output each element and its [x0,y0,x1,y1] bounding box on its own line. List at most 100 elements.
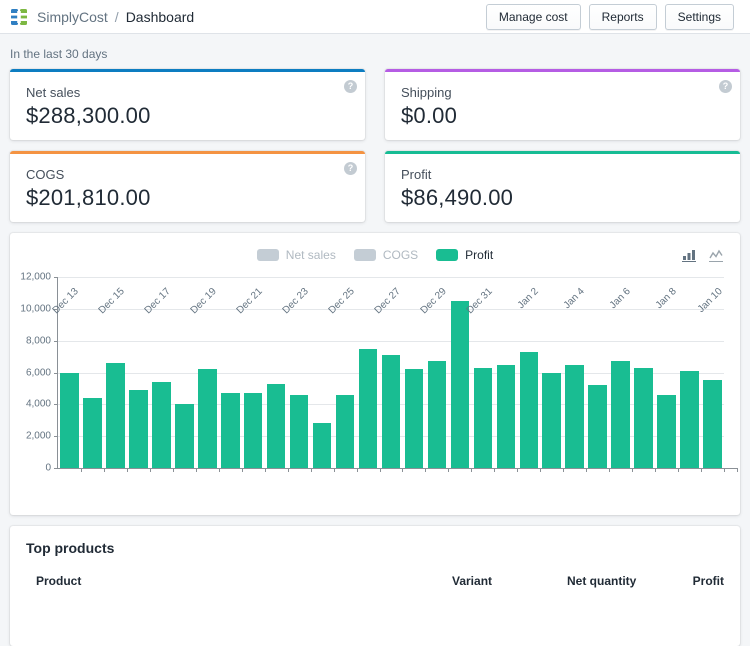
bar-dec-22[interactable] [266,383,286,468]
x-axis-tick-label: Jan 6 [607,286,633,312]
y-axis-tick-label: 0 [45,462,51,474]
x-axis-tick [195,468,197,472]
bar-dec-27[interactable] [381,355,401,468]
profit-chart-card: Net sales COGS Profit 0 2,000 4,000 6,00… [10,233,740,515]
bar-jan-8[interactable] [657,394,676,468]
bar-dec-25[interactable] [335,394,355,468]
x-axis-tick [356,468,358,472]
x-axis-tick [494,468,496,472]
bar-dec-17[interactable] [152,382,171,468]
bar-jan-9[interactable] [680,370,699,468]
metric-card-net-sales: ? Net sales $288,300.00 [10,69,365,140]
bar-dec-16[interactable] [129,390,148,468]
x-axis-tick [563,468,565,472]
x-axis-tick-label: Dec 23 [280,286,311,317]
bar-dec-19[interactable] [197,369,217,468]
x-axis-tick [264,468,266,472]
x-axis-tick-label: Dec 13 [51,286,82,317]
bar-dec-26[interactable] [358,348,378,468]
bar-jan-4[interactable] [565,364,584,468]
bar-dec-23[interactable] [289,394,309,468]
help-icon[interactable]: ? [344,162,357,175]
settings-button[interactable]: Settings [664,3,734,30]
legend-item-cogs[interactable]: COGS [353,247,419,262]
x-axis-tick [737,468,738,472]
legend-swatch-net-sales [256,248,279,261]
legend-swatch-cogs [353,248,376,261]
x-axis-tick [103,468,105,472]
bar-dec-14[interactable] [83,397,102,468]
bar-dec-15[interactable] [106,362,125,468]
help-icon[interactable]: ? [344,80,357,93]
y-axis-tick-label: 6,000 [25,367,51,378]
metric-label: Profit [401,167,432,182]
y-axis-tick [54,277,58,278]
x-axis-tick [287,468,289,472]
x-axis-tick-label: Jan 4 [561,286,587,312]
bar-jan-2[interactable] [519,351,539,468]
column-header-variant: Variant [452,574,493,588]
metric-value: $288,300.00 [26,103,151,128]
x-axis-tick-label: Dec 29 [418,286,449,317]
y-axis-tick-label: 8,000 [25,335,51,347]
bar-chart-icon[interactable] [682,249,697,262]
bar-jan-1[interactable] [496,364,516,468]
legend-label: COGS [382,247,419,262]
bar-dec-13[interactable] [60,372,79,468]
period-label: In the last 30 days [10,47,108,61]
y-axis-tick-label: 4,000 [25,398,51,410]
metric-cards-grid: ? Net sales $288,300.00 ? Shipping $0.00… [10,69,740,222]
x-axis-tick [241,468,243,472]
bar-dec-30[interactable] [450,300,470,468]
breadcrumb-app-name[interactable]: SimplyCost [37,9,108,25]
y-axis-tick-label: 2,000 [25,430,51,442]
legend-label: Profit [465,247,494,262]
y-axis-tick-label: 12,000 [20,271,51,283]
x-axis-tick [678,468,680,472]
manage-cost-button[interactable]: Manage cost [485,3,581,30]
x-axis-tick-label: Dec 17 [142,286,174,317]
x-axis-tick [517,468,519,472]
legend-item-profit[interactable]: Profit [436,248,493,262]
x-axis-tick-label: Dec 25 [326,286,357,317]
x-axis-tick-label: Jan 10 [695,286,725,316]
x-axis-tick [724,468,725,472]
x-axis-tick [333,468,335,472]
metric-value: $86,490.00 [401,185,514,210]
bar-dec-18[interactable] [175,404,194,468]
bar-dec-28[interactable] [404,369,424,468]
bar-dec-29[interactable] [427,361,447,468]
y-axis-tick [54,436,58,438]
topbar-actions: Manage cost Reports Settings [485,3,734,30]
help-icon[interactable]: ? [719,80,732,93]
x-axis-tick [540,468,542,472]
bar-dec-24[interactable] [312,423,332,468]
metric-value: $0.00 [401,103,458,128]
bar-dec-21[interactable] [243,393,263,468]
chart-type-switcher [682,249,724,262]
bar-jan-10[interactable] [703,380,722,468]
top-products-card: Top products Product Variant Net quantit… [10,526,740,646]
reports-button[interactable]: Reports [588,3,657,30]
x-axis-tick-label: Dec 27 [372,286,403,317]
bar-jan-5[interactable] [588,385,607,468]
metric-card-cogs: ? COGS $201,810.00 [10,151,365,222]
chart-legend: Net sales COGS Profit [10,233,740,262]
y-axis-tick [54,372,58,374]
bar-jan-6[interactable] [611,361,630,468]
bar-jan-3[interactable] [542,372,562,468]
x-axis-tick [172,468,174,472]
legend-label: Net sales [285,247,336,262]
x-axis-tick [701,468,703,472]
line-chart-icon[interactable] [709,249,724,262]
bar-dec-20[interactable] [220,393,240,468]
legend-item-net-sales[interactable]: Net sales [256,247,336,262]
metric-label: Net sales [26,85,81,100]
x-axis-tick [609,468,611,472]
bar-jan-7[interactable] [634,367,653,468]
top-products-title: Top products [26,540,115,556]
x-axis-tick [80,468,82,472]
bar-dec-31[interactable] [473,367,493,468]
x-axis-line [58,468,738,469]
x-axis-tick [126,468,128,472]
